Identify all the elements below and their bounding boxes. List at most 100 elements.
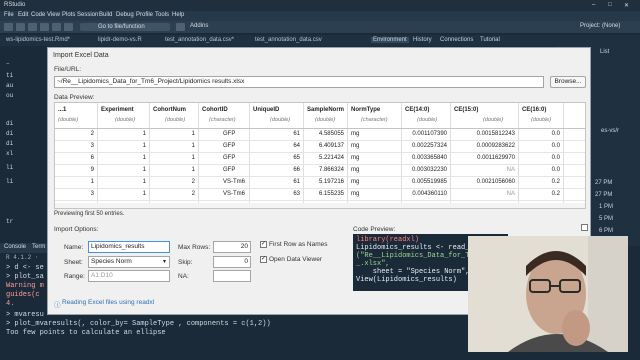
table-cell: 7.866324 xyxy=(318,167,344,173)
skip-input[interactable]: 0 xyxy=(213,256,251,268)
project-menu[interactable]: Project: (None) xyxy=(580,23,620,29)
new-project-icon[interactable] xyxy=(16,23,25,31)
table-cell: 0.0011629970 xyxy=(477,155,515,161)
tab-environment[interactable]: Environment xyxy=(371,37,409,43)
minimize-icon[interactable]: – xyxy=(592,2,595,8)
print-icon[interactable] xyxy=(64,23,73,31)
browse-button[interactable]: Browse... xyxy=(550,76,586,88)
column-header[interactable]: ...1 xyxy=(58,107,66,113)
horizontal-scrollbar[interactable] xyxy=(55,203,585,208)
tab-console[interactable]: Console xyxy=(4,244,26,250)
tab-ws-lipidomics[interactable]: ws-lipidomics-test.Rmd* xyxy=(6,37,70,43)
environment-tabs: Environment History Connections Tutorial xyxy=(368,35,640,46)
go-to-file-input[interactable]: Go to file/function xyxy=(80,23,170,31)
webcam-overlay xyxy=(468,236,628,352)
source-editor[interactable]: – ti au ou di di di xl li li tr xyxy=(0,46,50,242)
addins-button[interactable]: Addins xyxy=(190,23,208,29)
column-type[interactable]: (double) xyxy=(315,117,335,123)
console-warning: Warning m xyxy=(6,282,44,290)
maximize-icon[interactable]: □ xyxy=(608,2,612,8)
console-warning: 4. xyxy=(6,300,15,308)
tab-annotation-data-2[interactable]: test_annotation_data.csv xyxy=(255,37,322,43)
tab-history[interactable]: History xyxy=(413,37,432,43)
close-icon[interactable]: ✕ xyxy=(624,2,629,9)
tab-lipidr-demo[interactable]: lipidr-demo-vs.R xyxy=(98,37,142,43)
code-line: ti xyxy=(6,72,14,79)
file-url-label: File/URL: xyxy=(54,66,82,73)
column-header[interactable]: SampleNorm xyxy=(307,107,344,113)
table-cell: 1 xyxy=(142,167,146,173)
first-row-label: First Row as Names xyxy=(269,241,328,248)
tab-annotation-data-1[interactable]: test_annotation_data.csv* xyxy=(165,37,234,43)
menu-help[interactable]: Help xyxy=(172,12,184,18)
table-cell: 64 xyxy=(293,143,300,149)
range-input[interactable]: A1:D10 xyxy=(88,270,170,282)
new-file-icon[interactable] xyxy=(4,23,13,31)
table-cell: 2 xyxy=(191,191,195,197)
readxl-help-link[interactable]: Reading Excel files using readxl xyxy=(62,299,154,306)
menu-edit[interactable]: Edit xyxy=(18,12,28,18)
column-type[interactable]: (character) xyxy=(209,117,236,123)
column-header[interactable]: CE(16:0) xyxy=(522,107,546,113)
open-viewer-checkbox[interactable]: ✓ xyxy=(260,256,267,263)
import-options-label: Import Options: xyxy=(54,226,99,233)
menu-view[interactable]: View xyxy=(47,12,60,18)
dialog-title: Import Excel Data xyxy=(53,52,109,59)
save-icon[interactable] xyxy=(40,23,49,31)
table-cell: GFP xyxy=(223,131,236,137)
tab-terminal[interactable]: Term xyxy=(32,244,45,250)
name-input[interactable]: Lipidomics_results xyxy=(88,241,170,253)
file-url-input[interactable]: ~/Re__Lipidomics_Data_for_Tm6_Project/Li… xyxy=(54,76,544,88)
column-type[interactable]: (double) xyxy=(58,117,78,123)
table-cell: mg xyxy=(351,167,360,173)
console-warning: guides(c xyxy=(6,291,40,299)
menu-build[interactable]: Build xyxy=(99,12,112,18)
table-cell: 0.0 xyxy=(551,155,560,161)
list-view-toggle[interactable]: List xyxy=(600,49,609,55)
column-type[interactable]: (double) xyxy=(115,117,135,123)
menu-tools[interactable]: Tools xyxy=(155,12,169,18)
code-line: Lipidomics_results <- read_e xyxy=(356,244,474,252)
save-all-icon[interactable] xyxy=(52,23,61,31)
menu-session[interactable]: Session xyxy=(77,12,98,18)
menu-code[interactable]: Code xyxy=(31,12,45,18)
table-cell: 0.002257324 xyxy=(411,143,447,149)
column-header[interactable]: Experiment xyxy=(101,107,134,113)
copy-code-icon[interactable] xyxy=(581,224,588,231)
open-icon[interactable] xyxy=(28,23,37,31)
menu-plots[interactable]: Plots xyxy=(62,12,75,18)
menu-debug[interactable]: Debug xyxy=(116,12,134,18)
table-cell: 1 xyxy=(191,143,195,149)
column-header[interactable]: CohortID xyxy=(202,107,228,113)
table-cell: 0.0009283622 xyxy=(476,143,515,149)
code-line: xl xyxy=(6,150,14,157)
menu-file[interactable]: File xyxy=(4,12,14,18)
code-line: – xyxy=(6,60,10,67)
first-row-checkbox[interactable]: ✓ xyxy=(260,241,267,248)
column-header[interactable]: CE(15:0) xyxy=(454,107,478,113)
column-type[interactable]: (double) xyxy=(483,117,503,123)
column-header[interactable]: UniqueID xyxy=(253,107,279,113)
column-type[interactable]: (character) xyxy=(361,117,388,123)
column-header[interactable]: NormType xyxy=(351,107,380,113)
table-cell: 9 xyxy=(90,167,94,173)
column-type[interactable]: (double) xyxy=(270,117,290,123)
na-label: NA: xyxy=(178,273,189,280)
editor-tabs: ws-lipidomics-test.Rmd* lipidr-demo-vs.R… xyxy=(0,35,368,46)
column-type[interactable]: (double) xyxy=(165,117,185,123)
column-header[interactable]: CE(14:0) xyxy=(405,107,429,113)
workspace-icon[interactable] xyxy=(176,23,185,31)
tab-tutorial[interactable]: Tutorial xyxy=(480,37,500,43)
menu-profile[interactable]: Profile xyxy=(136,12,153,18)
column-type[interactable]: (double) xyxy=(417,117,437,123)
max-rows-input[interactable]: 20 xyxy=(213,241,251,253)
data-preview-grid[interactable]: ...1 (double) Experiment (double) Cohort… xyxy=(54,102,586,209)
na-input[interactable] xyxy=(213,270,251,282)
table-cell: 0.0015812243 xyxy=(476,131,515,137)
r-version: R 4.1.2 · xyxy=(6,254,39,261)
table-cell: mg xyxy=(351,179,360,185)
column-header[interactable]: CohortNum xyxy=(153,107,186,113)
sheet-select[interactable]: Species Norm ▾ xyxy=(88,256,170,268)
tab-connections[interactable]: Connections xyxy=(440,37,473,43)
column-type[interactable]: (double) xyxy=(531,117,551,123)
